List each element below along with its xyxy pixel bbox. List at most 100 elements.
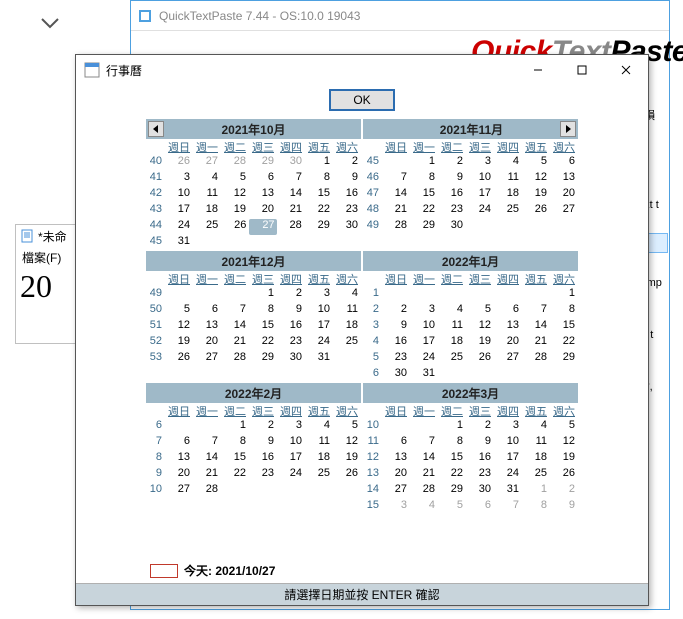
calendar-day[interactable]: 9 (277, 303, 305, 319)
calendar-day[interactable]: 5 (522, 155, 550, 171)
calendar-day[interactable]: 1 (305, 155, 333, 171)
calendar-day[interactable]: 6 (550, 155, 578, 171)
calendar-day[interactable]: 29 (410, 219, 438, 235)
calendar-day[interactable]: 12 (333, 435, 361, 451)
calendar-day[interactable]: 23 (466, 467, 494, 483)
calendar-day[interactable]: 17 (466, 187, 494, 203)
calendar-day[interactable]: 20 (494, 335, 522, 351)
calendar-day[interactable]: 31 (165, 235, 193, 251)
calendar-day[interactable]: 27 (249, 219, 276, 235)
calendar-day[interactable]: 26 (522, 203, 550, 219)
calendar-day[interactable]: 7 (221, 303, 249, 319)
calendar-day[interactable]: 15 (410, 187, 438, 203)
calendar-month-title[interactable]: 2022年2月 (166, 385, 341, 402)
calendar-day[interactable]: 28 (221, 155, 249, 171)
calendar-day[interactable]: 4 (438, 303, 466, 319)
calendar-day[interactable]: 1 (438, 419, 466, 435)
calendar-day[interactable]: 20 (193, 335, 221, 351)
calendar-day[interactable]: 1 (522, 483, 550, 499)
calendar-day[interactable]: 21 (410, 467, 438, 483)
calendar-day[interactable]: 23 (249, 467, 277, 483)
calendar-day[interactable]: 25 (438, 351, 466, 367)
calendar-day[interactable]: 4 (305, 419, 333, 435)
calendar-day[interactable]: 17 (410, 335, 438, 351)
calendar-day[interactable]: 11 (333, 303, 361, 319)
calendar-day[interactable]: 5 (165, 303, 193, 319)
calendar-day[interactable]: 4 (333, 287, 361, 303)
calendar-day[interactable]: 9 (550, 499, 578, 515)
calendar-day[interactable]: 15 (305, 187, 333, 203)
calendar-day[interactable]: 1 (249, 287, 277, 303)
calendar-day[interactable]: 30 (277, 155, 305, 171)
calendar-day[interactable]: 3 (382, 499, 410, 515)
calendar-day[interactable]: 14 (277, 187, 305, 203)
calendar-day[interactable]: 29 (249, 351, 277, 367)
calendar-day[interactable]: 7 (494, 499, 522, 515)
calendar-day[interactable]: 1 (221, 419, 249, 435)
calendar-day[interactable]: 27 (193, 155, 221, 171)
calendar-day[interactable]: 13 (193, 319, 221, 335)
calendar-day[interactable]: 1 (410, 155, 438, 171)
calendar-day[interactable]: 7 (522, 303, 550, 319)
calendar-day[interactable]: 23 (438, 203, 466, 219)
calendar-day[interactable]: 16 (382, 335, 410, 351)
calendar-day[interactable]: 14 (382, 187, 410, 203)
calendar-day[interactable]: 5 (550, 419, 578, 435)
calendar-day[interactable]: 14 (410, 451, 438, 467)
calendar-month-title[interactable]: 2022年1月 (383, 253, 558, 270)
calendar-day[interactable]: 25 (333, 335, 361, 351)
calendar-day[interactable]: 9 (382, 319, 410, 335)
calendar-day[interactable]: 17 (165, 203, 193, 219)
calendar-day[interactable]: 27 (494, 351, 522, 367)
calendar-day[interactable]: 7 (277, 171, 305, 187)
calendar-day[interactable]: 17 (494, 451, 522, 467)
maximize-button[interactable] (560, 55, 604, 85)
calendar-day[interactable]: 30 (382, 367, 410, 383)
calendar-day[interactable]: 15 (550, 319, 578, 335)
calendar-day[interactable]: 12 (221, 187, 249, 203)
calendar-month-title[interactable]: 2021年12月 (166, 253, 341, 270)
calendar-day[interactable]: 8 (522, 499, 550, 515)
calendar-day[interactable]: 6 (466, 499, 494, 515)
calendar-day[interactable]: 5 (333, 419, 361, 435)
calendar-day[interactable]: 15 (249, 319, 277, 335)
calendar-day[interactable]: 6 (249, 171, 277, 187)
dropdown-toggle[interactable] (40, 16, 60, 33)
calendar-day[interactable]: 13 (494, 319, 522, 335)
calendar-day[interactable]: 19 (333, 451, 361, 467)
qtp-titlebar[interactable]: QuickTextPaste 7.44 - OS:10.0 19043 (131, 1, 669, 31)
calendar-day[interactable]: 25 (494, 203, 522, 219)
calendar-day[interactable]: 2 (249, 419, 277, 435)
calendar-day[interactable]: 11 (522, 435, 550, 451)
calendar-day[interactable]: 10 (466, 171, 494, 187)
calendar-day[interactable]: 10 (410, 319, 438, 335)
today-row[interactable]: 今天: 2021/10/27 (76, 558, 648, 583)
calendar-day[interactable]: 28 (221, 351, 249, 367)
calendar-day[interactable]: 20 (382, 467, 410, 483)
calendar-day[interactable]: 27 (193, 351, 221, 367)
calendar-day[interactable]: 30 (466, 483, 494, 499)
calendar-day[interactable]: 9 (249, 435, 277, 451)
calendar-day[interactable]: 12 (550, 435, 578, 451)
calendar-day[interactable]: 21 (277, 203, 305, 219)
calendar-day[interactable]: 12 (522, 171, 550, 187)
calendar-day[interactable]: 3 (410, 303, 438, 319)
calendar-day[interactable]: 11 (305, 435, 333, 451)
calendar-day[interactable]: 28 (193, 483, 221, 499)
calendar-day[interactable]: 22 (249, 335, 277, 351)
calendar-day[interactable]: 3 (305, 287, 333, 303)
calendar-day[interactable]: 21 (522, 335, 550, 351)
calendar-next-button[interactable] (560, 121, 576, 137)
calendar-day[interactable]: 6 (382, 435, 410, 451)
calendar-day[interactable]: 7 (382, 171, 410, 187)
calendar-day[interactable]: 13 (550, 171, 578, 187)
calendar-day[interactable]: 31 (305, 351, 333, 367)
calendar-day[interactable]: 5 (438, 499, 466, 515)
calendar-day[interactable]: 30 (333, 219, 361, 235)
calendar-day[interactable]: 9 (438, 171, 466, 187)
calendar-day[interactable]: 16 (466, 451, 494, 467)
calendar-day[interactable]: 15 (438, 451, 466, 467)
calendar-day[interactable]: 14 (221, 319, 249, 335)
calendar-day[interactable]: 18 (333, 319, 361, 335)
calendar-day[interactable]: 29 (438, 483, 466, 499)
